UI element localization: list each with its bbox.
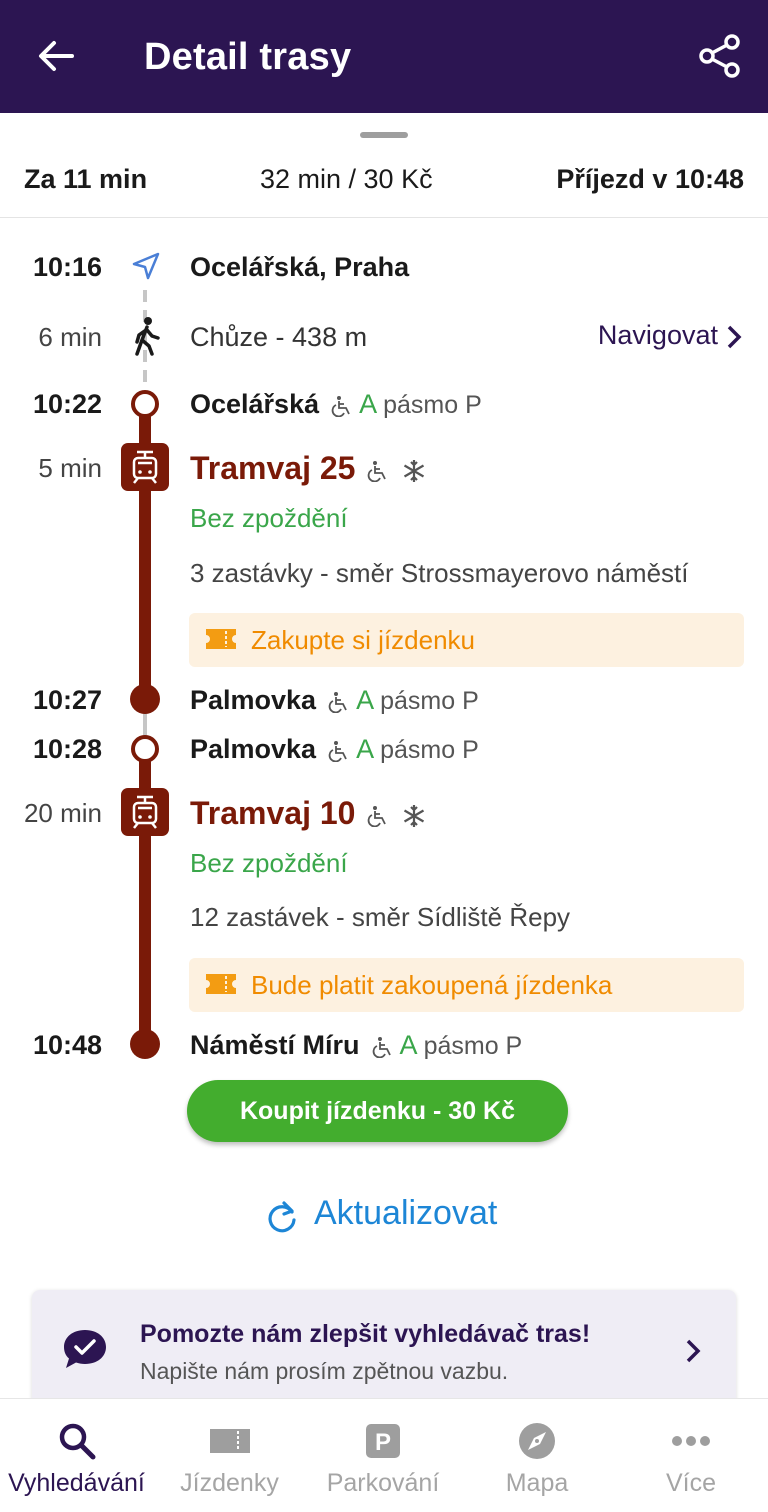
tab-jizdenky[interactable]: Jízdenky bbox=[153, 1399, 306, 1512]
start-place: Ocelářská, Praha bbox=[190, 252, 410, 282]
stop-name: Palmovka bbox=[190, 685, 317, 715]
duration-price: 32 min / 30 Kč bbox=[260, 164, 433, 194]
ticket-icon bbox=[209, 1429, 250, 1453]
svg-text:P: P bbox=[375, 1429, 391, 1456]
transfer-line bbox=[143, 712, 147, 736]
search-icon bbox=[59, 1423, 95, 1460]
stop-time: 10:28 bbox=[32, 734, 102, 764]
walking-person-icon bbox=[135, 317, 160, 356]
zone-a: A bbox=[356, 734, 375, 764]
chevron-right-icon bbox=[686, 1339, 701, 1363]
feedback-card[interactable]: Pomozte nám zlepšit vyhledávač tras! Nap… bbox=[32, 1290, 736, 1412]
navigate-label: Navigovat bbox=[597, 320, 718, 350]
leg-duration: 5 min bbox=[38, 453, 102, 483]
start-time: 10:16 bbox=[32, 252, 102, 282]
wheelchair-icon bbox=[331, 395, 350, 417]
tram-icon bbox=[121, 788, 169, 836]
ticket-notice[interactable]: Bude platit zakoupená jízdenka bbox=[189, 958, 744, 1012]
chat-check-icon bbox=[64, 1330, 106, 1368]
buy-ticket-button[interactable]: Koupit jízdenku - 30 Kč bbox=[187, 1080, 568, 1142]
tab-parkovani[interactable]: P Parkování bbox=[306, 1399, 460, 1512]
stop-ocelarska[interactable]: Ocelářská Apásmo P bbox=[190, 389, 482, 420]
page-title: Detail trasy bbox=[144, 36, 352, 78]
wheelchair-icon bbox=[328, 691, 347, 713]
ticket-notice-text: Bude platit zakoupená jízdenka bbox=[251, 970, 613, 1000]
tab-mapa[interactable]: Mapa bbox=[460, 1399, 614, 1512]
app-bar: Detail trasy bbox=[0, 0, 768, 113]
wheelchair-icon bbox=[372, 1036, 391, 1058]
zone-a: A bbox=[356, 685, 375, 715]
ticket-icon bbox=[206, 974, 236, 994]
bottom-navigation: Vyhledávání Jízdenky P Parkování Mapa Ví… bbox=[0, 1398, 768, 1512]
feedback-title: Pomozte nám zlepšit vyhledávač tras! bbox=[140, 1320, 591, 1348]
parking-icon: P bbox=[366, 1424, 400, 1458]
stop-circle bbox=[131, 390, 159, 418]
leg-stops-direction: 3 zastávky - směr Strossmayerovo náměstí bbox=[190, 558, 689, 588]
line-label: Tramvaj 10 bbox=[190, 795, 356, 831]
line-tram-25[interactable]: Tramvaj 25 bbox=[190, 450, 427, 487]
stop-time: 10:27 bbox=[32, 685, 102, 715]
leg-stops-direction: 12 zastávek - směr Sídliště Řepy bbox=[190, 902, 571, 932]
stop-dot bbox=[130, 1029, 160, 1059]
walk-duration: 6 min bbox=[38, 322, 102, 352]
back-arrow-icon[interactable] bbox=[36, 36, 76, 76]
share-icon[interactable] bbox=[698, 34, 742, 78]
tab-label: Více bbox=[665, 1469, 717, 1497]
stop-name: Náměstí Míru bbox=[190, 1030, 360, 1060]
chevron-right-icon bbox=[727, 325, 742, 349]
zone-p: pásmo P bbox=[423, 1032, 523, 1060]
tab-vice[interactable]: Více bbox=[614, 1399, 768, 1512]
feedback-subtitle: Napište nám prosím zpětnou vazbu. bbox=[140, 1358, 509, 1384]
stop-palmovka-arrival[interactable]: Palmovka Apásmo P bbox=[190, 685, 479, 716]
more-dots-icon bbox=[672, 1436, 710, 1446]
air-conditioning-icon bbox=[404, 459, 425, 482]
arrival-time: Příjezd v 10:48 bbox=[556, 164, 744, 194]
ticket-notice[interactable]: Zakupte si jízdenku bbox=[189, 613, 744, 667]
departure-countdown: Za 11 min bbox=[24, 164, 148, 194]
stop-time: 10:22 bbox=[32, 389, 102, 419]
zone-p: pásmo P bbox=[380, 687, 479, 715]
route-summary: Za 11 min 32 min / 30 Kč Příjezd v 10:48 bbox=[0, 156, 768, 218]
tab-label: Vyhledávání bbox=[8, 1469, 145, 1497]
zone-a: A bbox=[359, 389, 378, 419]
stop-namesti-miru[interactable]: Náměstí Míru Apásmo P bbox=[190, 1030, 522, 1061]
leg-duration: 20 min bbox=[23, 798, 102, 828]
wheelchair-icon bbox=[328, 740, 347, 762]
line-label: Tramvaj 25 bbox=[190, 450, 356, 486]
stop-time: 10:48 bbox=[32, 1030, 102, 1060]
tram-icon bbox=[121, 443, 169, 491]
stop-dot bbox=[130, 684, 160, 714]
zone-p: pásmo P bbox=[380, 736, 479, 764]
delay-status: Bez zpoždění bbox=[190, 503, 348, 533]
zone-p: pásmo P bbox=[383, 391, 482, 419]
drag-handle[interactable] bbox=[360, 132, 408, 138]
refresh-icon bbox=[268, 1201, 296, 1233]
stop-name: Palmovka bbox=[190, 734, 317, 764]
ticket-notice-text: Zakupte si jízdenku bbox=[251, 625, 476, 655]
tab-label: Jízdenky bbox=[180, 1469, 279, 1497]
stop-circle bbox=[131, 735, 159, 763]
wheelchair-icon bbox=[368, 460, 387, 482]
stop-palmovka-departure[interactable]: Palmovka Apásmo P bbox=[190, 734, 479, 765]
tab-label: Parkování bbox=[326, 1469, 440, 1497]
air-conditioning-icon bbox=[404, 804, 425, 827]
compass-icon bbox=[519, 1423, 555, 1459]
tab-vyhledavani[interactable]: Vyhledávání bbox=[0, 1399, 153, 1512]
navigate-link[interactable]: Navigovat bbox=[598, 320, 742, 351]
delay-status: Bez zpoždění bbox=[190, 848, 348, 878]
walk-distance: Chůze - 438 m bbox=[190, 322, 368, 352]
wheelchair-icon bbox=[368, 805, 387, 827]
zone-a: A bbox=[399, 1030, 418, 1060]
ticket-icon bbox=[206, 629, 236, 649]
stop-name: Ocelářská bbox=[190, 389, 320, 419]
tab-label: Mapa bbox=[505, 1469, 569, 1497]
refresh-label: Aktualizovat bbox=[314, 1194, 498, 1232]
location-arrow-icon bbox=[132, 252, 160, 280]
line-tram-10[interactable]: Tramvaj 10 bbox=[190, 795, 427, 832]
